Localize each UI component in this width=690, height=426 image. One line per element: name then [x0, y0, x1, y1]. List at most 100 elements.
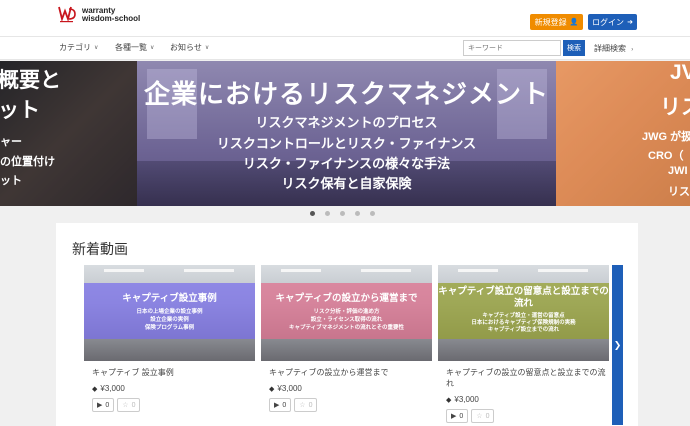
price-value: ¥3,000 — [100, 384, 125, 393]
slide-text: JWI — [668, 165, 688, 177]
thumbnail-lines: リスク分析・評価の進め方 設立・ライセンス取得の流れ キャプティブマネジメントの… — [261, 308, 432, 332]
thumbnail-line: 設立企業の実例 — [150, 317, 189, 323]
chevron-right-icon: › — [631, 47, 634, 53]
slide-text: JV — [670, 61, 690, 84]
logo-text: warranty wisdom-school — [82, 7, 140, 23]
slide-text: ット — [0, 175, 22, 187]
thumbnail-line: 設立・ライセンス取得の流れ — [310, 317, 383, 323]
logo-line2: wisdom-school — [82, 14, 141, 23]
banner-subtitle: リスク保有と自家保険 — [281, 176, 412, 191]
video-price: ◆ ¥3,000 — [446, 395, 609, 404]
carousel-dot[interactable] — [310, 211, 315, 216]
carousel-dot[interactable] — [355, 211, 360, 216]
thumbnail-lines: キャプティブ設立・運営の留意点 日本におけるキャプティブ保険規制の実務 キャプテ… — [438, 313, 609, 334]
nav-item-category[interactable]: カテゴリ ∨ — [59, 42, 98, 53]
carousel-dots — [310, 211, 375, 216]
advanced-search-link[interactable]: 詳細検索 › — [594, 43, 633, 54]
ceiling-light — [104, 269, 144, 272]
video-title[interactable]: キャプティブの設立から運営まで — [269, 367, 432, 378]
video-card[interactable]: キャプティブの設立から運営まで リスク分析・評価の進め方 設立・ライセンス取得の… — [261, 265, 432, 412]
play-count-value: 0 — [459, 412, 464, 420]
thumbnail-line: キャプティブ設立までの流れ — [487, 327, 560, 333]
slide-text: リス — [668, 186, 690, 198]
slide-text: ット — [0, 99, 40, 122]
slide-text: リス — [660, 96, 690, 119]
chevron-down-icon: ∨ — [94, 45, 99, 51]
slide-text: 概要と — [0, 69, 61, 92]
tag-icon: ◆ — [269, 385, 275, 393]
main-nav: カテゴリ ∨ 各種一覧 ∨ お知らせ ∨ 検索 詳細検索 › — [0, 36, 690, 60]
video-thumbnail[interactable]: キャプティブ設立事例 日本の上場企業の設立事例 設立企業の実例 保険プログラム事… — [84, 265, 255, 361]
play-count-value: 0 — [105, 401, 110, 409]
thumbnail-overlay: キャプティブ設立の留意点と設立までの流れ キャプティブ設立・運営の留意点 日本に… — [438, 283, 609, 339]
slide-text: ャー — [0, 136, 22, 148]
banner-slide-next[interactable]: JV リス JWG が扱 CRO（ JWI リス — [556, 61, 690, 206]
chevron-down-icon: ∨ — [204, 45, 210, 51]
star-icon: ☆ — [476, 413, 483, 420]
thumbnail-line: 保険プログラム事例 — [144, 325, 195, 331]
favorite-button[interactable]: ☆ 0 — [294, 398, 318, 412]
video-price: ◆ ¥3,000 — [92, 384, 255, 393]
section-title: 新着動画 — [72, 241, 128, 257]
thumbnail-title: キャプティブの設立から運営まで — [275, 293, 418, 304]
video-stats: ▶ 0 ☆ 0 — [269, 398, 432, 412]
play-count-value: 0 — [282, 401, 287, 409]
video-thumbnail[interactable]: キャプティブ設立の留意点と設立までの流れ キャプティブ設立・運営の留意点 日本に… — [438, 265, 609, 361]
tag-icon: ◆ — [446, 396, 452, 404]
site-header: warranty wisdom-school 新規登録 👤 ログイン ➜ — [0, 0, 690, 36]
video-stats: ▶ 0 ☆ 0 — [446, 409, 609, 423]
banner-slide-current[interactable]: 企業におけるリスクマネジメント リスクマネジメントのプロセス リスクコントロール… — [137, 61, 556, 206]
register-label: 新規登録 — [534, 17, 567, 27]
carousel-dot[interactable] — [370, 211, 375, 216]
thumbnail-overlay: キャプティブの設立から運営まで リスク分析・評価の進め方 設立・ライセンス取得の… — [261, 283, 432, 339]
star-icon: ☆ — [299, 402, 306, 409]
video-card[interactable]: キャプティブ設立事例 日本の上場企業の設立事例 設立企業の実例 保険プログラム事… — [84, 265, 255, 412]
advanced-search-label: 詳細検索 — [594, 44, 626, 53]
chevron-right-icon: ❯ — [613, 339, 622, 350]
nav-label: カテゴリ — [59, 43, 91, 52]
ceiling-light — [184, 269, 234, 272]
play-icon: ▶ — [451, 413, 457, 420]
search-input[interactable] — [463, 40, 561, 56]
ceiling-light — [361, 269, 411, 272]
sign-in-icon: ➜ — [627, 19, 633, 26]
new-videos-section: 新着動画 キャプティブ設立事例 日本の上場企業の設立事例 設立企業の実例 保険プ… — [56, 223, 638, 426]
banner-subtitle: リスクコントロールとリスク・ファイナンス — [216, 136, 477, 151]
favorite-button[interactable]: ☆ 0 — [471, 409, 495, 423]
register-button[interactable]: 新規登録 👤 — [530, 14, 583, 30]
login-button[interactable]: ログイン ➜ — [588, 14, 637, 30]
slide-text: JWG が扱 — [642, 131, 690, 143]
search-button[interactable]: 検索 — [563, 40, 585, 56]
user-plus-icon: 👤 — [569, 19, 579, 26]
carousel-dot[interactable] — [340, 211, 345, 216]
ceiling-light — [458, 269, 498, 272]
favorite-count-value: 0 — [485, 412, 490, 420]
next-arrow-button[interactable]: ❯ — [612, 265, 623, 425]
tag-icon: ◆ — [92, 385, 98, 393]
carousel-dot[interactable] — [325, 211, 330, 216]
favorite-button[interactable]: ☆ 0 — [117, 398, 141, 412]
banner-carousel[interactable]: 概要と ット ャー の位置付け ット 企業におけるリスクマネジメント リスクマネ… — [0, 61, 690, 206]
banner-subtitle: リスクマネジメントのプロセス — [255, 115, 438, 130]
slide-text: の位置付け — [0, 156, 55, 168]
thumbnail-title: キャプティブ設立事例 — [122, 293, 217, 304]
price-value: ¥3,000 — [277, 384, 302, 393]
video-title[interactable]: キャプティブの設立の留意点と設立までの流れ — [446, 367, 609, 389]
video-thumbnail[interactable]: キャプティブの設立から運営まで リスク分析・評価の進め方 設立・ライセンス取得の… — [261, 265, 432, 361]
banner-slide-prev[interactable]: 概要と ット ャー の位置付け ット — [0, 61, 137, 206]
thumbnail-line: 日本の上場企業の設立事例 — [136, 309, 203, 315]
nav-label: 各種一覧 — [115, 43, 147, 52]
thumbnail-lines: 日本の上場企業の設立事例 設立企業の実例 保険プログラム事例 — [84, 308, 255, 332]
nav-item-lists[interactable]: 各種一覧 ∨ — [115, 42, 154, 53]
thumbnail-title: キャプティブ設立の留意点と設立までの流れ — [438, 286, 609, 309]
banner-subtitle: リスク・ファイナンスの様々な手法 — [242, 156, 451, 171]
nav-item-news[interactable]: お知らせ ∨ — [170, 42, 209, 53]
video-title[interactable]: キャプティブ 設立事例 — [92, 367, 255, 378]
video-card[interactable]: キャプティブ設立の留意点と設立までの流れ キャプティブ設立・運営の留意点 日本に… — [438, 265, 609, 423]
play-icon: ▶ — [274, 402, 280, 409]
logo-icon — [58, 6, 76, 23]
favorite-count-value: 0 — [308, 401, 313, 409]
thumbnail-line: キャプティブマネジメントの流れとその重要性 — [288, 325, 404, 331]
slide-text: CRO（ — [648, 150, 684, 162]
site-logo[interactable]: warranty wisdom-school — [57, 6, 140, 24]
